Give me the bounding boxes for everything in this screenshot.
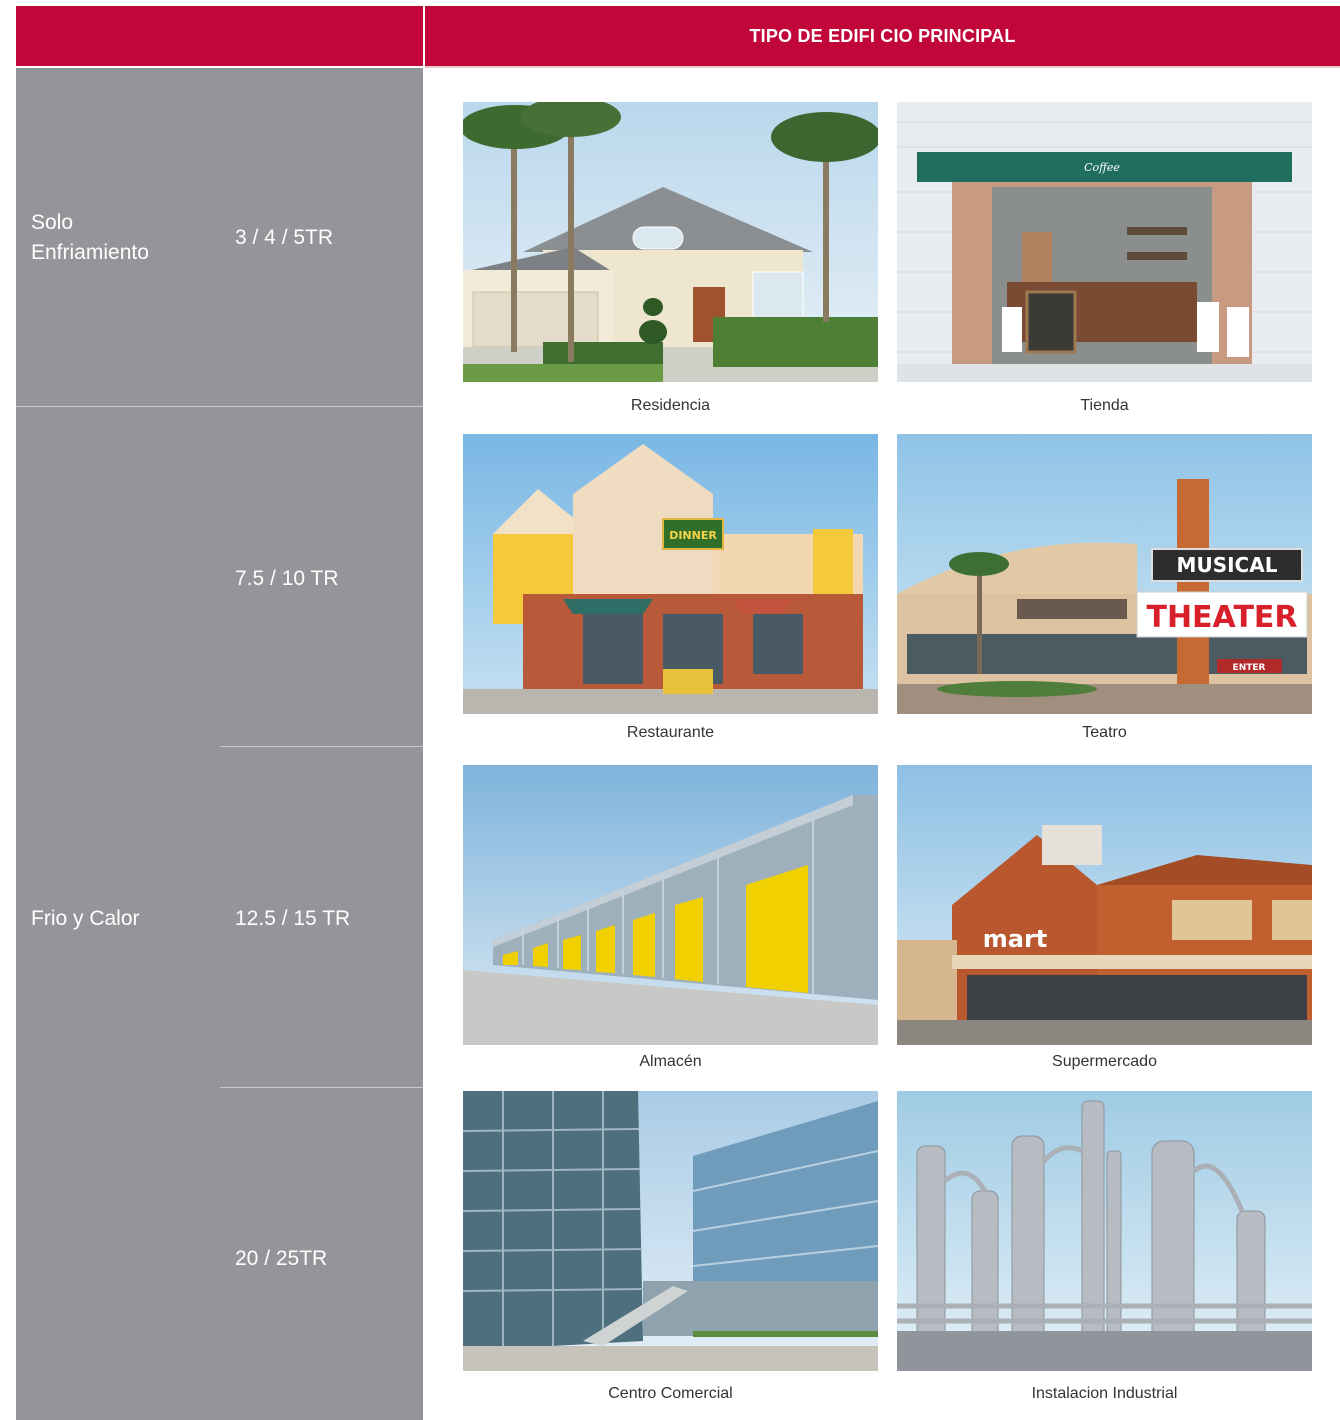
photo-store: Coffee (897, 102, 1312, 382)
photo-restaurant: DINNER (463, 434, 878, 714)
capacity-heatpump-3: 20 / 25TR (235, 1247, 328, 1270)
capacity-heatpump-1: 7.5 / 10 TR (235, 567, 339, 590)
row-divider (16, 406, 423, 407)
capacity-heatpump-2: 12.5 / 15 TR (235, 907, 351, 930)
capacity-cooling: 3 / 4 / 5TR (235, 226, 334, 249)
theater-enter-sign: ENTER (1233, 663, 1266, 673)
row-label-line: Enfriamiento (31, 241, 149, 264)
row-label-cooling-only: Solo Enfriamiento (31, 208, 149, 268)
caption-restaurant: Restaurante (626, 724, 715, 741)
restaurant-sign-text: DINNER (669, 529, 717, 542)
capacity-column (16, 68, 423, 1420)
caption-residence: Residencia (630, 397, 711, 414)
photo-warehouse (463, 765, 878, 1045)
caption-theater: Teatro (1082, 724, 1127, 741)
header-title-text: TIPO DE EDIFI CIO PRINCIPAL (749, 25, 1016, 46)
photo-residence (463, 102, 878, 382)
row-divider (220, 1087, 423, 1088)
theater-sign-line2: THEATER (1146, 600, 1297, 635)
header-left-cell (16, 6, 423, 66)
caption-shopping-center: Centro Comercial (608, 1385, 733, 1402)
table-header-title: TIPO DE EDIFI CIO PRINCIPAL (425, 6, 1340, 66)
photo-supermarket: mart (897, 765, 1312, 1045)
caption-industrial-plant: Instalacion Industrial (1031, 1385, 1178, 1402)
caption-supermarket: Supermercado (1052, 1053, 1157, 1070)
row-label-line: Solo (31, 211, 74, 234)
row-label-heat-pump: Frio y Calor (31, 907, 140, 930)
caption-warehouse: Almacén (639, 1053, 702, 1070)
store-sign-text: Coffee (1084, 161, 1120, 174)
caption-store: Tienda (1080, 397, 1129, 414)
theater-sign-line1: MUSICAL (1177, 553, 1278, 577)
header-divider (425, 66, 1340, 68)
photo-industrial-plant (897, 1091, 1312, 1371)
photo-shopping-center (463, 1091, 878, 1371)
row-divider (220, 746, 423, 747)
supermarket-sign-text: mart (983, 925, 1048, 953)
photo-theater: MUSICAL THEATER ENTER (897, 434, 1312, 714)
